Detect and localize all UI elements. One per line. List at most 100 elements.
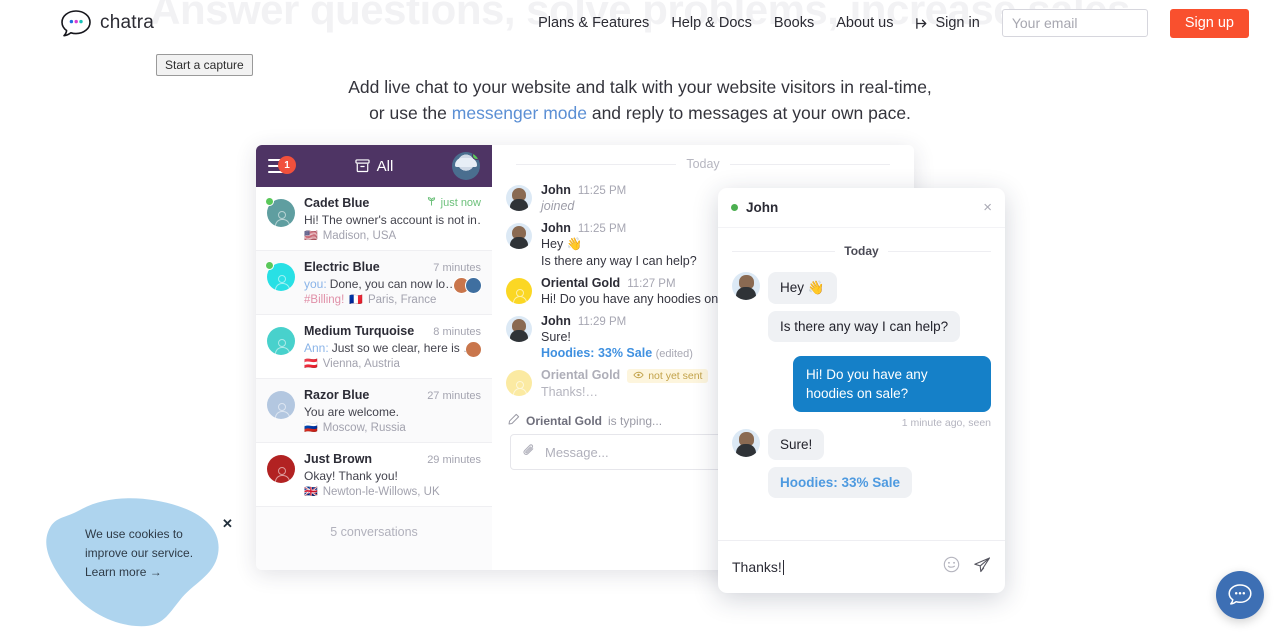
conversation-avatar [267,455,295,483]
message-avatar [506,370,532,396]
message-edited-label: (edited) [655,348,693,360]
person-icon [274,466,290,483]
close-icon[interactable]: × [983,200,992,215]
conversation-timestamp: just now [426,196,481,210]
widget-message-link[interactable]: Hoodies: 33% Sale [768,467,913,498]
inbox-archive-icon [355,159,370,173]
subtitle-text-before: or use the [369,103,452,123]
conversation-timestamp: 7 minutes [433,262,481,274]
conversation-timestamp: 27 minutes [427,390,481,402]
cookie-learn-more-link[interactable]: Learn more → [85,563,193,582]
conversation-title-row: Razor Blue 27 minutes [304,388,481,402]
conversation-meta: 🇷🇺 Moscow, Russia [304,422,481,434]
chat-launcher-button[interactable] [1216,571,1264,619]
widget-incoming-bubble: Hey 👋 [768,272,837,304]
message-avatar [506,185,532,211]
conversation-title-row: Just Brown 29 minutes [304,452,481,466]
sign-up-button[interactable]: Sign up [1169,8,1249,38]
widget-incoming-row: Is there any way I can help? [732,311,991,342]
message-author: Oriental Gold [541,276,621,290]
conversation-list-item[interactable]: Razor Blue 27 minutes You are welcome. 🇷🇺 Mo… [256,379,492,443]
agent-online-status-dot [731,204,738,211]
conversation-timestamp: 8 minutes [433,326,481,338]
nav-link-help-docs[interactable]: Help & Docs [671,15,752,31]
conversation-list-item[interactable]: Electric Blue 7 minutes you: Done, you can … [256,251,492,315]
conversation-list-panel: 1 All Cadet Blue just now Hi! The owner'… [256,145,492,570]
conversation-tag: #Billing! [304,294,345,306]
conversation-list: Cadet Blue just now Hi! The owner's accoun… [256,187,492,507]
conversation-title-row: Medium Turquoise 8 minutes [304,324,481,338]
conversation-name: Cadet Blue [304,196,370,210]
conversation-list-header: 1 All [256,145,492,187]
paperclip-icon[interactable] [522,443,536,461]
unread-badge: 1 [278,156,296,174]
country-flag-icon: 🇷🇺 [304,421,318,434]
pencil-icon [508,413,520,428]
sign-in-link[interactable]: Sign in [915,15,980,31]
sign-in-arrow-icon [915,16,930,31]
online-dot [265,197,274,206]
emoji-icon[interactable] [943,556,960,578]
inbox-filter-label: All [376,157,394,175]
conversation-name: Razor Blue [304,388,370,402]
person-icon [274,402,290,419]
widget-input-value[interactable]: Thanks! [732,559,784,575]
message-avatar [506,223,532,249]
conversations-count-label: 5 conversations [256,507,492,539]
conversation-list-item[interactable]: Medium Turquoise 8 minutes Ann: Just so we … [256,315,492,379]
composer-placeholder: Message... [545,444,609,460]
widget-agent-avatar [732,429,760,457]
conversation-preview: Hi! The owner's account is not in… [304,213,481,227]
nav-link-books[interactable]: Books [774,15,814,31]
page-root: Answer questions, solve problems, increa… [0,0,1280,637]
top-navigation: chatra Plans & Features Help & Docs Book… [0,0,1280,46]
message-author: John [541,314,571,328]
country-flag-icon: 🇬🇧 [304,485,318,498]
widget-input-bar[interactable]: Thanks! [718,540,1005,593]
conversation-preview-text: You are welcome. [304,405,399,419]
country-flag-icon: 🇺🇸 [304,229,318,242]
subtitle-text-after: and reply to messages at your own pace. [586,103,911,123]
conversation-list-item[interactable]: Cadet Blue just now Hi! The owner's accoun… [256,187,492,251]
thread-date-divider: Today [492,157,914,171]
hero-subtitle-line1: Add live chat to your website and talk w… [348,77,932,97]
conversation-preview: You are welcome. [304,405,481,419]
send-icon[interactable] [973,556,991,579]
cookie-line-1: We use cookies to [85,527,183,541]
widget-agent-name: John [746,200,779,215]
email-field[interactable] [1001,9,1148,37]
nav-link-about-us[interactable]: About us [836,15,893,31]
typing-suffix: is typing... [608,413,663,428]
menu-hamburger-icon[interactable]: 1 [268,156,296,174]
chatra-speech-bubble-icon [60,9,92,37]
widget-agent-avatar [732,272,760,300]
eye-icon [633,370,644,382]
message-avatar [506,278,532,304]
widget-input-icons [943,556,991,579]
conversation-list-item[interactable]: Just Brown 29 minutes Okay! Thank you! 🇬🇧 Ne… [256,443,492,507]
conversation-name: Electric Blue [304,260,380,274]
sign-in-label: Sign in [935,15,980,31]
conversation-participant-avatars [465,341,482,358]
conversation-preview: Okay! Thank you! [304,469,481,483]
start-a-capture-button[interactable]: Start a capture [156,54,253,76]
cookie-close-icon[interactable]: ✕ [222,516,233,532]
widget-messages: Hey 👋 Is there any way I can help? Hi! Do … [732,272,991,498]
brand-logo[interactable]: chatra [60,9,154,37]
visitor-chat-widget: John × Today Hey 👋 Is there any way I can… [718,188,1005,593]
messenger-mode-link[interactable]: messenger mode [452,103,587,123]
current-agent-avatar[interactable] [452,152,480,180]
conversation-preview: Ann: Just so we clear, here is … [304,341,481,355]
hero-subtitle-line2: or use the messenger mode and reply to m… [0,100,1280,126]
person-icon [274,210,290,227]
person-icon [512,288,527,304]
message-link[interactable]: Hoodies: 33% Sale [541,346,652,360]
nav-link-plans-features[interactable]: Plans & Features [538,15,649,31]
conversation-timestamp: 29 minutes [427,454,481,466]
conversation-location: Newton-le-Willows, UK [322,486,440,498]
message-time: 11:25 PM [577,185,627,197]
widget-avatar-spacer [732,311,760,342]
widget-date-divider: Today [732,244,992,258]
widget-incoming-bubble: Is there any way I can help? [768,311,961,342]
cookie-notice: We use cookies to improve our service. L… [28,492,233,627]
